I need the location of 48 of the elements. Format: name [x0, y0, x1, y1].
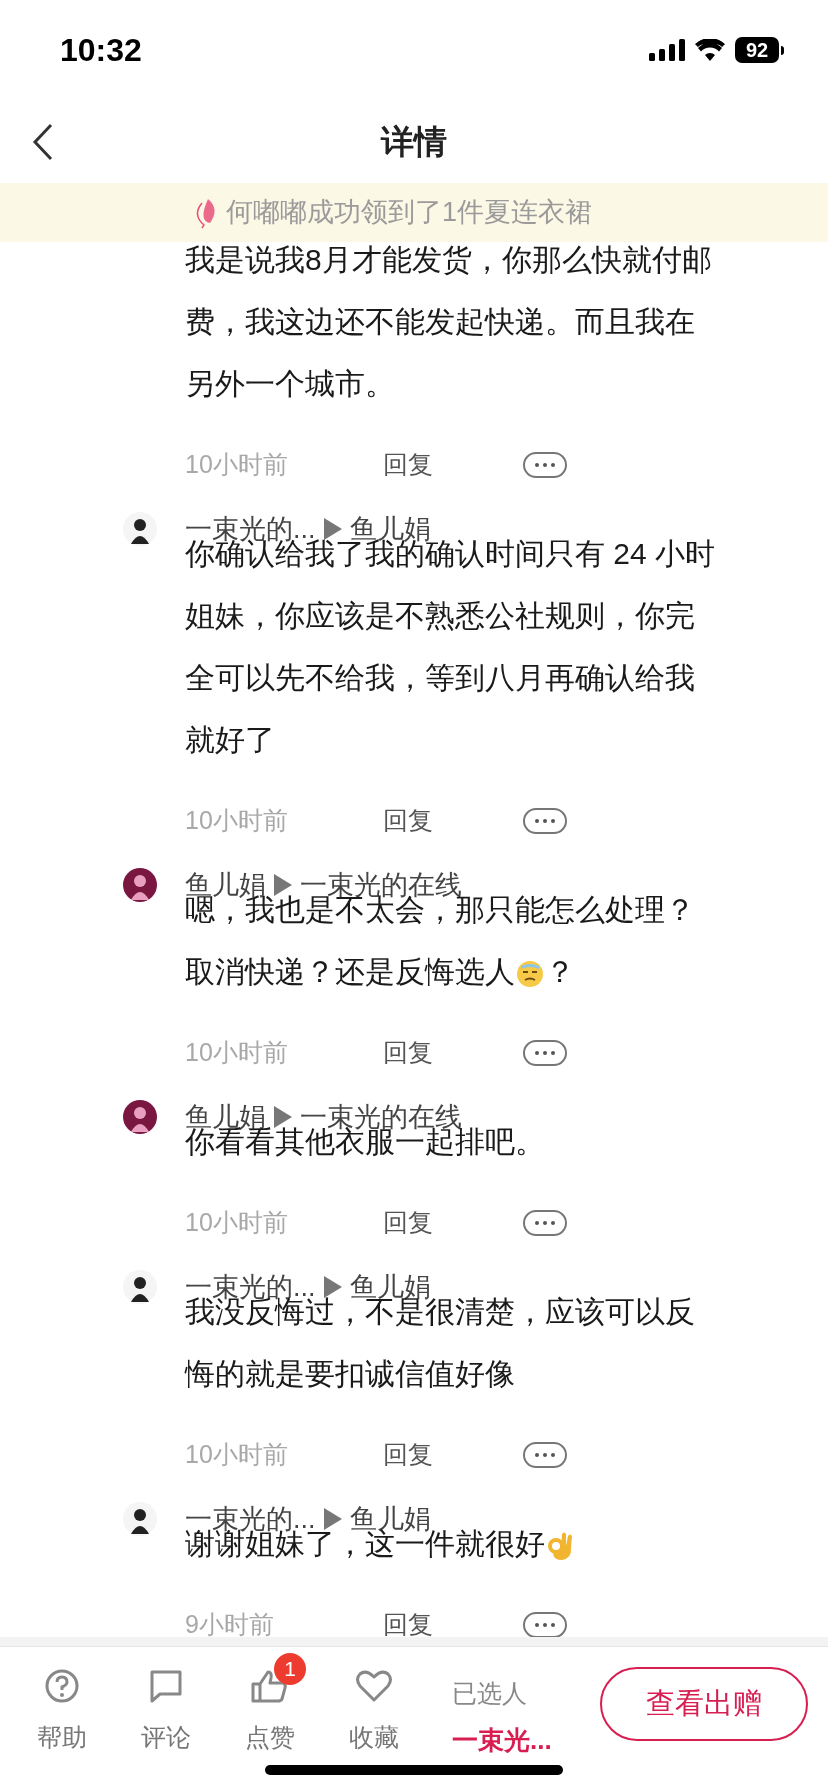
comment-text: 我是说我8月才能发货，你那么快就付邮费，我这边还不能发起快递。而且我在另外一个城市。 — [185, 243, 712, 400]
signal-icon — [649, 39, 685, 61]
comment-icon — [148, 1668, 184, 1704]
comment-text: 取消快递？还是反悔选人 — [185, 955, 515, 988]
more-button[interactable] — [523, 808, 567, 834]
battery-level: 92 — [745, 38, 769, 63]
more-button[interactable] — [523, 1210, 567, 1236]
selected-name: 一束光... — [452, 1723, 552, 1757]
status-time: 10:32 — [60, 31, 142, 70]
reply-arrow-icon — [323, 1276, 342, 1298]
selected-label: 已选人 — [452, 1678, 527, 1709]
avatar — [123, 1100, 157, 1134]
avatar — [123, 1270, 157, 1304]
notice-text: 何嘟嘟成功领到了1件夏连衣裙 — [226, 196, 593, 230]
reply-link[interactable]: 回复 — [383, 1606, 523, 1637]
comment-time: 10小时前 — [185, 1439, 289, 1471]
help-icon — [44, 1668, 80, 1704]
reply-link[interactable]: 回复 — [383, 802, 523, 840]
more-button[interactable] — [523, 1442, 567, 1468]
more-button[interactable] — [523, 452, 567, 478]
comment-time: 10小时前 — [185, 1207, 289, 1239]
comment-time: 10小时前 — [185, 449, 289, 481]
avatar — [123, 512, 157, 546]
reply-link[interactable]: 回复 — [383, 1034, 523, 1072]
comment-text: ？ — [545, 955, 575, 988]
sweat-emoji-icon — [516, 960, 544, 989]
reply-arrow-icon — [274, 1106, 292, 1128]
comment-time: 10小时前 — [185, 1037, 289, 1069]
reply-arrow-icon — [323, 1508, 342, 1530]
heart-icon — [355, 1669, 393, 1703]
reply-link[interactable]: 回复 — [383, 1204, 523, 1242]
reply-link[interactable]: 回复 — [383, 1436, 523, 1474]
page-title: 详情 — [381, 121, 447, 162]
reply-link[interactable]: 回复 — [383, 446, 523, 484]
wifi-icon — [695, 39, 725, 61]
more-button[interactable] — [523, 1040, 567, 1066]
view-gift-button[interactable]: 查看出赠 — [600, 1667, 808, 1741]
badge: 1 — [274, 1653, 306, 1685]
reply-arrow-icon — [323, 518, 342, 540]
action-button[interactable]: 1 点赞 — [218, 1653, 322, 1757]
comment-time: 10小时前 — [185, 805, 289, 837]
reply-arrow-icon — [274, 874, 292, 896]
comment-time: 9小时前 — [185, 1609, 275, 1637]
action-button[interactable]: 帮助 — [10, 1653, 114, 1757]
avatar — [123, 868, 157, 902]
avatar — [123, 1502, 157, 1536]
action-button[interactable]: 收藏 — [322, 1653, 426, 1757]
action-button[interactable]: 评论 — [114, 1653, 218, 1757]
